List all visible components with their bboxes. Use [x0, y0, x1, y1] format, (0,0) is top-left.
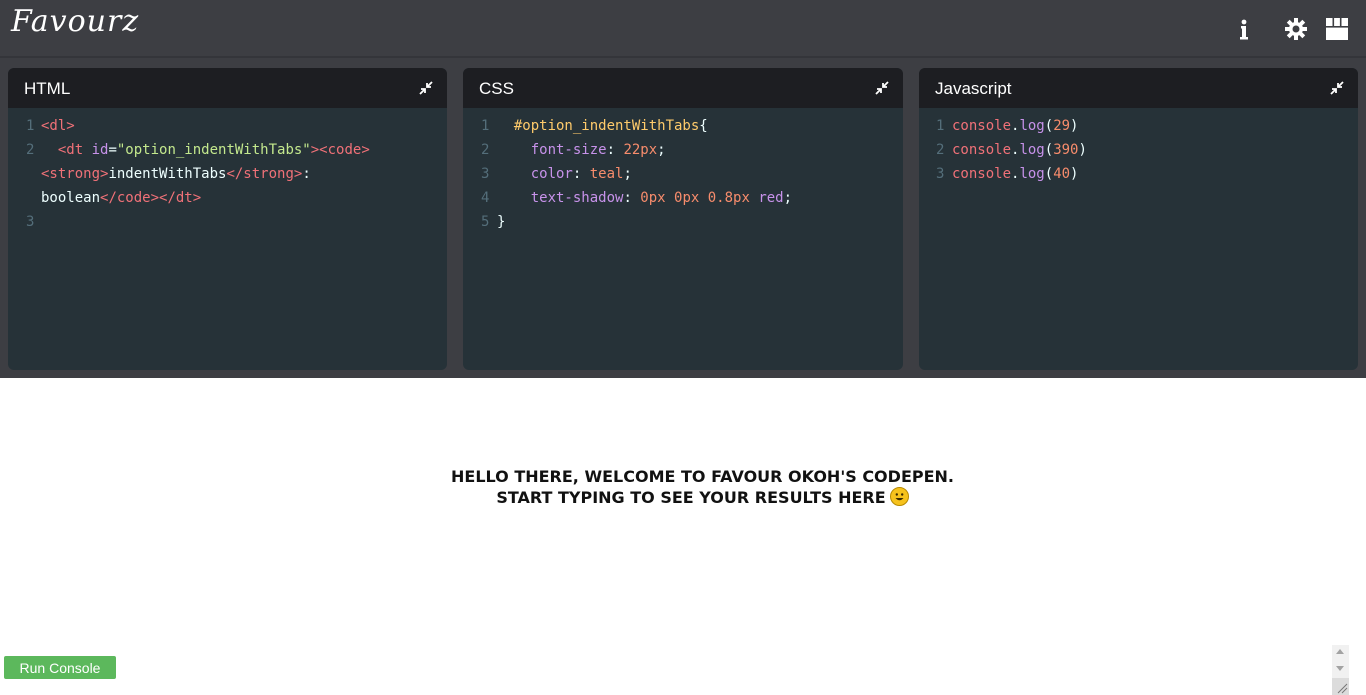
line-number: 5	[481, 214, 490, 230]
code-token: 22px	[623, 142, 658, 158]
code-token: :	[606, 142, 624, 158]
code-token: console	[952, 142, 1012, 158]
code-token: =	[108, 142, 117, 158]
code-token: console	[952, 166, 1012, 182]
code-token: </code></dt>	[100, 190, 202, 206]
line-number: 3	[26, 214, 35, 230]
scroll-down-arrow-icon[interactable]	[1336, 666, 1344, 671]
welcome-line-1: HELLO THERE, WELCOME TO FAVOUR OKOH'S CO…	[451, 467, 954, 486]
code-token: 390	[1053, 142, 1079, 158]
code-line: boolean</code></dt>	[41, 186, 201, 210]
panel-title: CSS	[479, 79, 514, 98]
code-token: )	[1078, 142, 1087, 158]
code-line: text-shadow: 0px 0px 0.8px red;	[497, 186, 792, 210]
code-token: {	[699, 118, 708, 134]
code-token: indentWithTabs	[108, 166, 227, 182]
code-token: (	[1044, 166, 1054, 182]
top-bar: Favourz	[0, 0, 1366, 58]
code-token: ;	[657, 142, 666, 158]
code-token: ;	[783, 190, 793, 206]
code-line: }	[497, 210, 505, 234]
code-line: color: teal;	[497, 162, 632, 186]
settings-gear-icon[interactable]	[1283, 16, 1309, 42]
line-number: 2	[936, 142, 945, 158]
code-line: console.log(390)	[952, 138, 1087, 162]
panel-header: CSS	[463, 68, 903, 108]
app-logo[interactable]: Favourz	[11, 4, 139, 39]
result-preview: HELLO THERE, WELCOME TO FAVOUR OKOH'S CO…	[0, 378, 1366, 695]
run-console-button[interactable]: Run Console	[4, 656, 116, 679]
code-line: console.log(29)	[952, 114, 1078, 138]
line-number: 2	[481, 142, 490, 158]
panel-header: HTML	[8, 68, 447, 108]
code-token: <strong>	[41, 166, 109, 182]
code-token: color	[530, 166, 573, 182]
code-token: ><code>	[310, 142, 370, 158]
code-line: #option_indentWithTabs{	[497, 114, 708, 138]
code-token: "option_indentWithTabs"	[116, 142, 311, 158]
welcome-message: HELLO THERE, WELCOME TO FAVOUR OKOH'S CO…	[0, 466, 1366, 508]
code-token: )	[1070, 118, 1079, 134]
resize-handle-icon[interactable]	[1332, 678, 1349, 695]
minimize-icon[interactable]	[419, 81, 433, 95]
code-token: (	[1044, 142, 1054, 158]
code-token: (	[1044, 118, 1054, 134]
code-token: 40	[1053, 166, 1071, 182]
code-token: log	[1019, 166, 1045, 182]
minimize-icon[interactable]	[1330, 81, 1344, 95]
line-number: 1	[26, 118, 35, 134]
editors-area: HTML 1 <dl> 2 <dt id="option_indentWithTab…	[0, 58, 1366, 378]
console-scrollbar[interactable]	[1332, 645, 1349, 695]
code-token: boolean	[41, 190, 101, 206]
code-token: </strong>	[226, 166, 303, 182]
smiley-emoji-icon	[889, 487, 909, 506]
layout-grid-icon[interactable]	[1325, 17, 1349, 41]
panel-header: Javascript	[919, 68, 1358, 108]
code-line: console.log(40)	[952, 162, 1078, 186]
scroll-up-arrow-icon[interactable]	[1336, 649, 1344, 654]
code-token: :	[302, 166, 311, 182]
minimize-icon[interactable]	[875, 81, 889, 95]
panel-title: Javascript	[935, 79, 1012, 98]
code-token: 29	[1053, 118, 1071, 134]
code-token: font-size	[530, 142, 607, 158]
code-token: red	[758, 190, 784, 206]
line-number: 3	[481, 166, 490, 182]
javascript-editor-panel: Javascript 1 console.log(29) 2 console.log(…	[919, 68, 1358, 370]
code-token: log	[1019, 118, 1045, 134]
line-number: 4	[481, 190, 490, 206]
code-token: teal	[589, 166, 624, 182]
code-token: )	[1070, 166, 1079, 182]
code-token: console	[952, 118, 1012, 134]
code-token: #option_indentWithTabs	[513, 118, 700, 134]
code-token: <dl>	[41, 118, 75, 134]
code-token: }	[497, 214, 506, 230]
code-token: ;	[623, 166, 632, 182]
code-token: log	[1019, 142, 1045, 158]
code-line: <dl>	[41, 114, 75, 138]
welcome-line-2: START TYPING TO SEE YOUR RESULTS HERE	[496, 488, 886, 507]
line-number: 1	[481, 118, 490, 134]
code-token: id	[91, 142, 109, 158]
line-number: 3	[936, 166, 945, 182]
code-line: font-size: 22px;	[497, 138, 666, 162]
panel-title: HTML	[24, 79, 71, 98]
code-line: <dt id="option_indentWithTabs"><code>	[41, 138, 370, 162]
line-number: 1	[936, 118, 945, 134]
html-editor-panel: HTML 1 <dl> 2 <dt id="option_indentWithTab…	[8, 68, 447, 370]
code-token: :	[623, 190, 641, 206]
code-token: 0px 0px 0.8px	[640, 190, 750, 206]
info-icon[interactable]	[1231, 16, 1257, 42]
css-editor-panel: CSS 1 #option_indentWithTabs{2 font-size…	[463, 68, 903, 370]
code-token: <dt	[57, 142, 92, 158]
line-number: 2	[26, 142, 35, 158]
code-token: text-shadow	[530, 190, 624, 206]
code-line: <strong>indentWithTabs</strong>:	[41, 162, 311, 186]
code-token: :	[572, 166, 590, 182]
